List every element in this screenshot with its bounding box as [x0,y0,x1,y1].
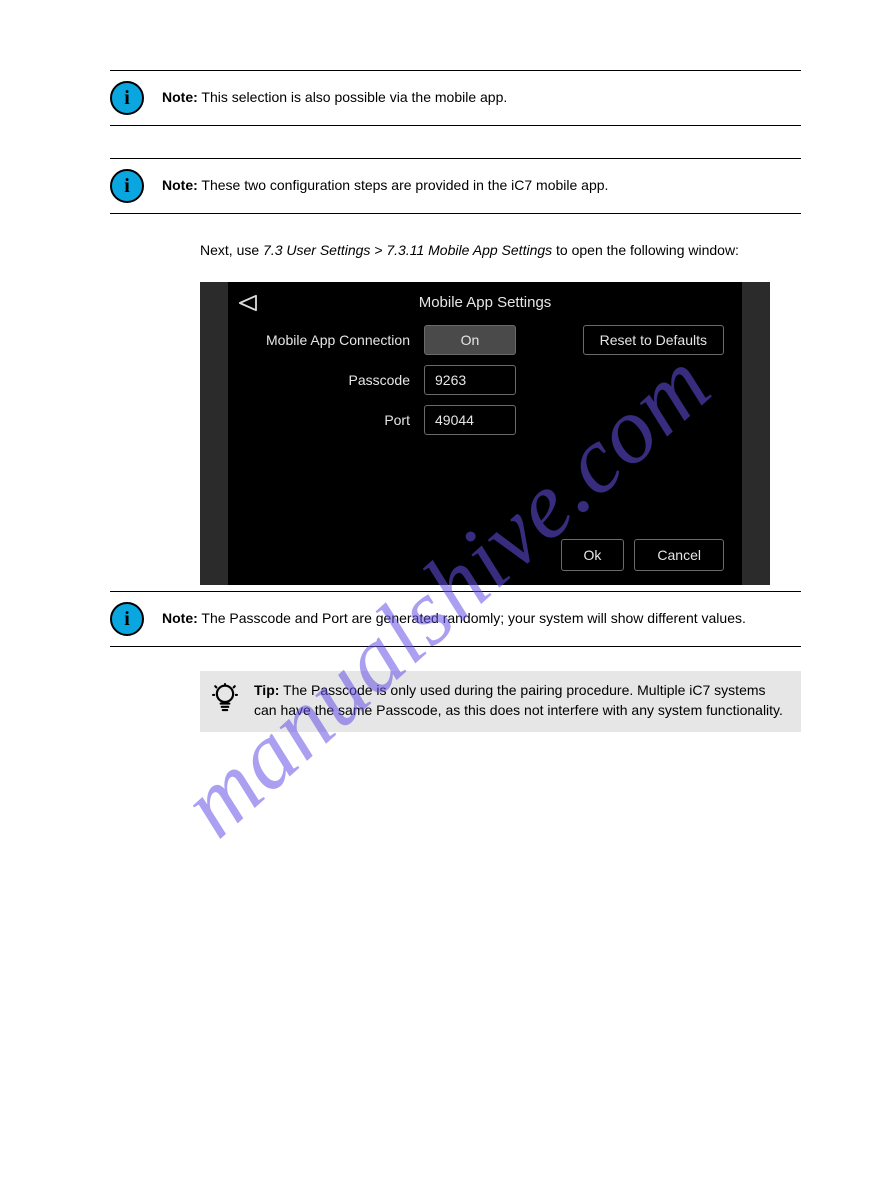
screenshot-screen: Mobile App Settings Mobile App Connectio… [228,282,742,585]
screenshot-left-bezel [200,282,228,585]
screenshot-right-bezel [742,282,770,585]
note-body: This selection is also possible via the … [201,89,507,105]
document-page: i Note: This selection is also possible … [0,0,891,772]
back-icon[interactable] [236,294,258,312]
note-text: Note: The Passcode and Port are generate… [162,602,746,629]
row-passcode: Passcode 9263 [246,365,724,395]
para-prefix: Next, use [200,242,259,258]
note-text: Note: These two configuration steps are … [162,169,608,196]
dialog-title: Mobile App Settings [246,294,724,325]
port-field[interactable]: 49044 [424,405,516,435]
toggle-connection[interactable]: On [424,325,516,355]
tip-box: Tip: The Passcode is only used during th… [200,671,801,732]
row-connection: Mobile App Connection On Reset to Defaul… [246,325,724,355]
note-row-1: i Note: This selection is also possible … [110,71,801,125]
info-icon: i [110,602,144,636]
note-label: Note: [162,610,198,626]
label-connection: Mobile App Connection [246,332,424,348]
para-suffix: to open the following window: [556,242,739,258]
tip-body: The Passcode is only used during the pai… [254,682,783,718]
label-passcode: Passcode [246,372,424,388]
note-text: Note: This selection is also possible vi… [162,81,507,108]
note-label: Note: [162,89,198,105]
info-icon: i [110,81,144,115]
reset-to-defaults-button[interactable]: Reset to Defaults [583,325,724,355]
tip-label: Tip: [254,682,279,698]
label-port: Port [246,412,424,428]
ok-button[interactable]: Ok [561,539,625,571]
info-icon: i [110,169,144,203]
paragraph: Next, use 7.3 User Settings > 7.3.11 Mob… [110,214,801,282]
lightbulb-icon [212,681,238,719]
menu-path: 7.3 User Settings > 7.3.11 Mobile App Se… [263,242,552,258]
tip-text: Tip: The Passcode is only used during th… [254,681,783,720]
note-row-2: i Note: These two configuration steps ar… [110,159,801,213]
note-label: Note: [162,177,198,193]
note-row-3: i Note: The Passcode and Port are genera… [110,592,801,646]
note-body: The Passcode and Port are generated rand… [201,610,745,626]
row-port: Port 49044 [246,405,724,435]
cancel-button[interactable]: Cancel [634,539,724,571]
settings-screenshot: Mobile App Settings Mobile App Connectio… [200,282,770,585]
note-body: These two configuration steps are provid… [201,177,608,193]
dialog-button-row: Ok Cancel [561,539,724,571]
passcode-field[interactable]: 9263 [424,365,516,395]
